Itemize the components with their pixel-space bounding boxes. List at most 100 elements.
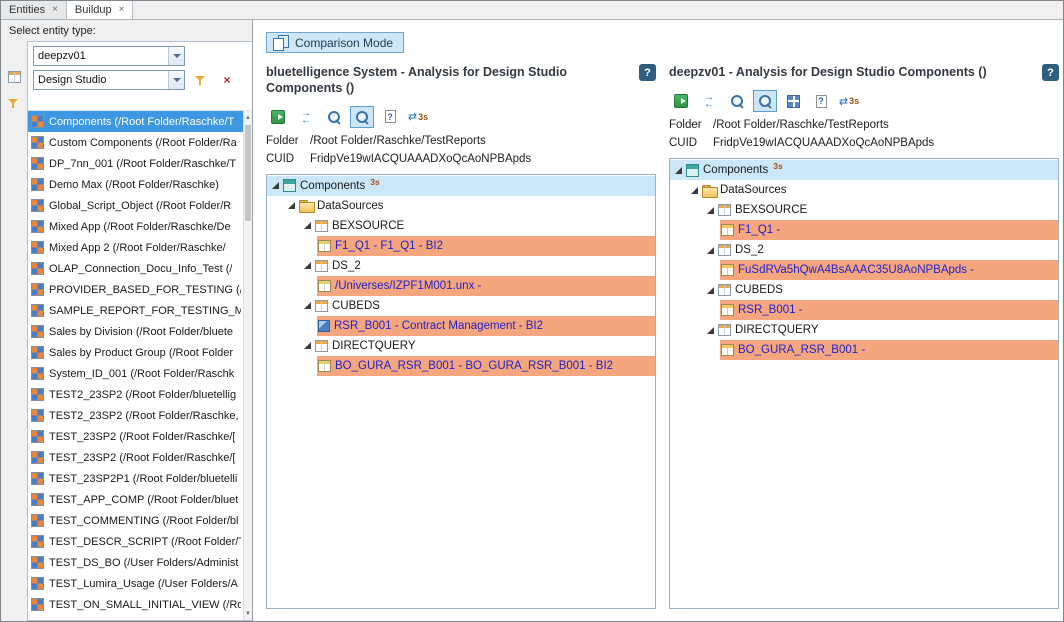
tree-node[interactable]: DataSources: [670, 180, 1058, 200]
entity-list-item[interactable]: Custom Components (/Root Folder/Ra: [28, 132, 243, 153]
entity-list-item[interactable]: Global_Script_Object (/Root Folder/R: [28, 195, 243, 216]
help-doc-button[interactable]: ?: [378, 106, 402, 128]
tree-node[interactable]: DS_2: [267, 256, 655, 276]
tree-node-label: RSR_B001 - Contract Management - BI2: [334, 320, 543, 332]
entity-list-item[interactable]: Components (/Root Folder/Raschke/T: [28, 111, 243, 132]
table-icon: [718, 244, 731, 256]
help-button[interactable]: ?: [639, 64, 656, 81]
tree-node-content: DataSources: [701, 180, 1058, 200]
expander-arrow-icon[interactable]: [285, 199, 298, 212]
entity-list-item[interactable]: TEST_ON_SMALL_INITIAL_VIEW (/Ro: [28, 594, 243, 615]
entity-list-item[interactable]: TEST_COMMENTING (/Root Folder/bl: [28, 510, 243, 531]
transfer-button[interactable]: [294, 106, 318, 128]
tree-node[interactable]: FuSdRVa5hQwA4BsAAAC35U8AoNPBApds -: [670, 260, 1058, 280]
entity-type-combobox[interactable]: Design Studio: [33, 70, 185, 90]
sidebar-gutter: [1, 41, 27, 621]
expander-arrow-icon[interactable]: [704, 204, 717, 217]
entity-list-item[interactable]: System_ID_001 (/Root Folder/Raschk: [28, 363, 243, 384]
tree-node[interactable]: CUBEDS: [670, 280, 1058, 300]
entity-list-item[interactable]: Sales by Division (/Root Folder/bluete: [28, 321, 243, 342]
expander-arrow-icon[interactable]: [704, 324, 717, 337]
design-studio-app-icon: [31, 598, 44, 611]
expander-arrow-icon[interactable]: [688, 184, 701, 197]
chevron-down-icon[interactable]: [168, 71, 184, 89]
edit-filter-button[interactable]: [191, 70, 211, 90]
export-excel-button[interactable]: [669, 90, 693, 112]
tree-node[interactable]: BO_GURA_RSR_B001 - BO_GURA_RSR_B001 - BI…: [267, 356, 655, 376]
tree-node[interactable]: DIRECTQUERY: [267, 336, 655, 356]
entity-list-item[interactable]: OLAP_Connection_Docu_Info_Test (/: [28, 258, 243, 279]
entity-list-item[interactable]: TEST_23SP2P1 (/Root Folder/bluetelli: [28, 468, 243, 489]
entity-list-item[interactable]: TEST_Lumira_Usage (/User Folders/A: [28, 573, 243, 594]
tree-node[interactable]: Components3s: [670, 160, 1058, 180]
expander-arrow-icon[interactable]: [301, 299, 314, 312]
close-icon[interactable]: ×: [52, 5, 58, 15]
tree-node[interactable]: CUBEDS: [267, 296, 655, 316]
close-icon[interactable]: ×: [119, 5, 125, 15]
tree-node[interactable]: Components3s: [267, 176, 655, 196]
tree-node[interactable]: /Universes/IZPF1M001.unx -: [267, 276, 655, 296]
expander-arrow-icon[interactable]: [269, 179, 282, 192]
scrollbar[interactable]: ▲ ▼: [243, 111, 252, 620]
entity-list-item[interactable]: Demo Max (/Root Folder/Raschke): [28, 174, 243, 195]
expander-arrow-icon[interactable]: [704, 284, 717, 297]
scroll-up-icon[interactable]: ▲: [244, 112, 252, 123]
clear-filter-button[interactable]: [217, 70, 237, 90]
tree-node[interactable]: BEXSOURCE: [670, 200, 1058, 220]
expander-arrow-icon[interactable]: [672, 164, 685, 177]
refresh-3s-button[interactable]: 3s: [406, 106, 430, 128]
zoom-in-icon: [758, 94, 772, 108]
zoom-out-button[interactable]: [725, 90, 749, 112]
tree-node[interactable]: F1_Q1 -: [670, 220, 1058, 240]
transfer-icon: [702, 94, 716, 108]
entity-list-item[interactable]: TEST_APP_COMP (/Root Folder/bluet: [28, 489, 243, 510]
expander-arrow-icon[interactable]: [704, 244, 717, 257]
entity-selection-panel: deepzv01 Design Studio C: [27, 41, 252, 621]
tree-node-content: RSR_B001 - Contract Management - BI2: [317, 316, 655, 336]
entity-list-item[interactable]: TEST_DESCR_SCRIPT (/Root Folder/T: [28, 531, 243, 552]
tree-node[interactable]: RSR_B001 - Contract Management - BI2: [267, 316, 655, 336]
tree-node[interactable]: F1_Q1 - F1_Q1 - BI2: [267, 236, 655, 256]
zoom-in-icon: [355, 110, 369, 124]
entity-list-item[interactable]: DP_7nn_001 (/Root Folder/Raschke/T: [28, 153, 243, 174]
grid-button[interactable]: [781, 90, 805, 112]
scroll-down-icon[interactable]: ▼: [244, 608, 252, 619]
entity-list-item[interactable]: TEST_23SP2 (/Root Folder/Raschke/[: [28, 447, 243, 468]
export-excel-button[interactable]: [266, 106, 290, 128]
tree-node[interactable]: DS_2: [670, 240, 1058, 260]
comparison-mode-button[interactable]: Comparison Mode: [266, 32, 404, 53]
tab-buildup[interactable]: Buildup ×: [67, 1, 134, 19]
scrollbar-thumb[interactable]: [245, 125, 251, 221]
zoom-in-button[interactable]: [350, 106, 374, 128]
entity-list-item[interactable]: TEST2_23SP2 (/Root Folder/bluetellig: [28, 384, 243, 405]
entity-list-item[interactable]: TEST2_23SP2 (/Root Folder/Raschke,: [28, 405, 243, 426]
expander-arrow-icon[interactable]: [301, 339, 314, 352]
tab-entities[interactable]: Entities ×: [1, 1, 67, 19]
folder-row: Folder /Root Folder/Raschke/TestReports: [669, 119, 1059, 131]
tree-node[interactable]: DIRECTQUERY: [670, 320, 1058, 340]
tree-node[interactable]: RSR_B001 -: [670, 300, 1058, 320]
entity-list-item[interactable]: Sales by Product Group (/Root Folder: [28, 342, 243, 363]
tree-node[interactable]: DataSources: [267, 196, 655, 216]
entity-list-item[interactable]: SAMPLE_REPORT_FOR_TESTING_M (: [28, 300, 243, 321]
system-combobox[interactable]: deepzv01: [33, 46, 185, 66]
entity-list-item[interactable]: Mixed App 2 (/Root Folder/Raschke/: [28, 237, 243, 258]
chevron-down-icon[interactable]: [168, 47, 184, 65]
entity-list-item[interactable]: TEST_DS_BO (/User Folders/Administ: [28, 552, 243, 573]
entity-list-item[interactable]: TEST_23SP2 (/Root Folder/Raschke/[: [28, 426, 243, 447]
zoom-out-button[interactable]: [322, 106, 346, 128]
tree-node-content: BEXSOURCE: [314, 216, 655, 236]
zoom-in-button[interactable]: [753, 90, 777, 112]
transfer-button[interactable]: [697, 90, 721, 112]
list-filter-row[interactable]: [28, 96, 252, 111]
tree-node[interactable]: BO_GURA_RSR_B001 -: [670, 340, 1058, 360]
help-doc-button[interactable]: ?: [809, 90, 833, 112]
entity-list-item[interactable]: Mixed App (/Root Folder/Raschke/De: [28, 216, 243, 237]
entity-list-item[interactable]: PROVIDER_BASED_FOR_TESTING (/F: [28, 279, 243, 300]
help-button[interactable]: ?: [1042, 64, 1059, 81]
expander-arrow-icon[interactable]: [301, 219, 314, 232]
filter-funnel-icon[interactable]: [8, 97, 20, 110]
expander-arrow-icon[interactable]: [301, 259, 314, 272]
refresh-3s-button[interactable]: 3s: [837, 90, 861, 112]
tree-node[interactable]: BEXSOURCE: [267, 216, 655, 236]
